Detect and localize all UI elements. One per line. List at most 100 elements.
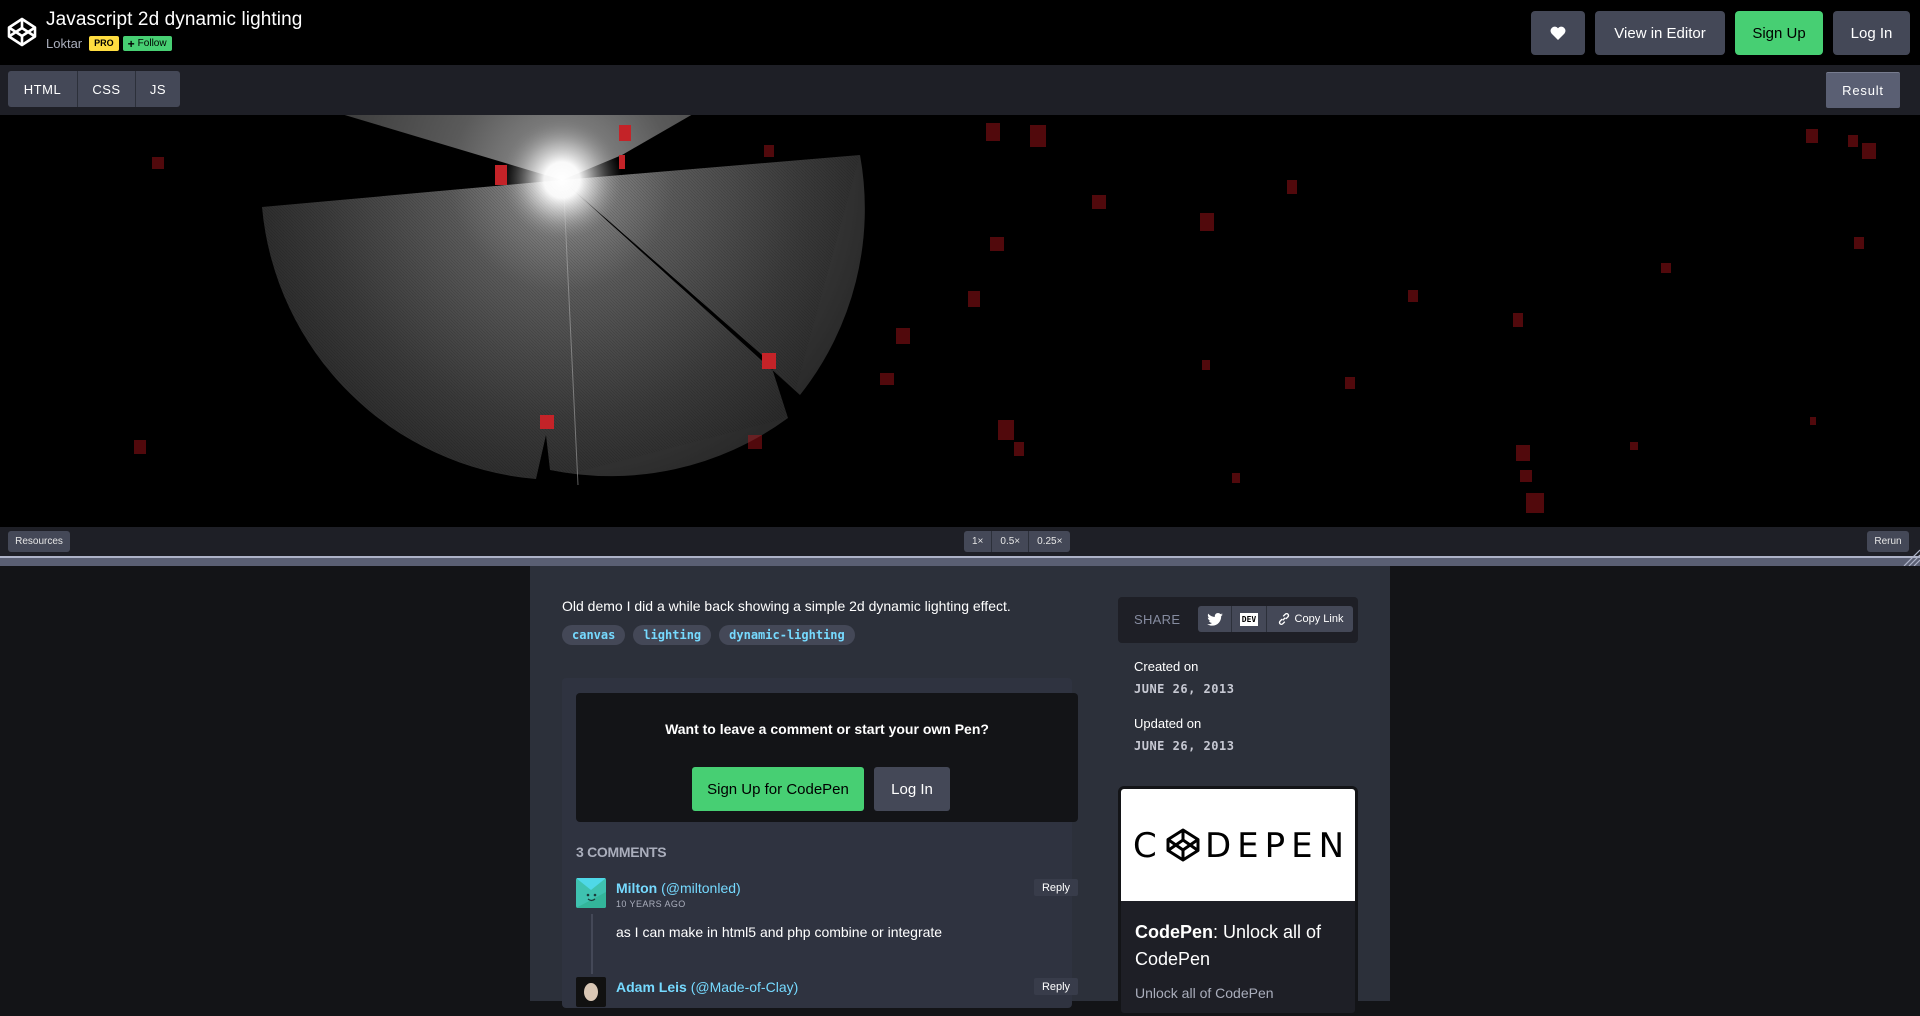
comments-count: 3 COMMENTS: [576, 844, 667, 860]
resources-button[interactable]: Resources: [8, 531, 70, 552]
avatar[interactable]: [576, 878, 606, 908]
tab-css[interactable]: CSS: [78, 71, 136, 107]
shadow-block: [986, 123, 1000, 141]
shadow-block: [990, 237, 1004, 251]
tab-result[interactable]: Result: [1826, 72, 1900, 108]
cta-log-in-button[interactable]: Log In: [874, 767, 950, 811]
zoom-1x-button[interactable]: 1×: [964, 531, 993, 552]
light-cone: [262, 115, 865, 486]
heart-button[interactable]: [1531, 11, 1585, 55]
share-twitter-button[interactable]: [1198, 606, 1232, 632]
follow-label: Follow: [137, 38, 167, 49]
tag-list: canvas lighting dynamic-lighting: [562, 625, 855, 645]
avatar[interactable]: [576, 977, 606, 1007]
avatar-face-icon: [576, 878, 606, 908]
share-label: SHARE: [1134, 612, 1181, 627]
share-dev-button[interactable]: DEV: [1232, 606, 1267, 632]
lit-block: [619, 125, 631, 141]
resize-divider[interactable]: [0, 556, 1920, 566]
shadow-block: [1200, 213, 1214, 231]
editor-tab-bar: HTML CSS JS Result: [0, 65, 1920, 115]
preview-footer: Resources 1× 0.5× 0.25× Rerun: [0, 527, 1920, 556]
avatar-photo-icon: [576, 977, 606, 1007]
zoom-half-button[interactable]: 0.5×: [992, 531, 1030, 552]
shadow-block: [134, 440, 146, 454]
comment-author-handle: (@Made-of-Clay): [690, 979, 799, 995]
shadow-block: [1202, 360, 1210, 370]
shadow-block: [1526, 493, 1544, 513]
plus-icon: +: [127, 36, 135, 51]
codepen-logo-icon[interactable]: [6, 16, 38, 48]
shadow-block: [1513, 313, 1523, 327]
created-date: JUNE 26, 2013: [1134, 682, 1235, 696]
codepen-wordmark: C DEPEN: [1121, 789, 1355, 901]
heart-icon: [1550, 26, 1566, 40]
shadow-block: [1092, 195, 1106, 209]
sign-up-button[interactable]: Sign Up: [1735, 11, 1823, 55]
shadow-block: [1661, 263, 1671, 273]
shadow-block: [1014, 442, 1024, 456]
shadow-block: [1516, 445, 1530, 461]
dev-icon: DEV: [1239, 612, 1259, 626]
log-in-button[interactable]: Log In: [1833, 11, 1910, 55]
lit-block: [619, 155, 625, 169]
shadow-block: [1345, 377, 1355, 389]
shadow-block: [748, 435, 762, 449]
byline: Loktar PRO + Follow: [46, 36, 172, 51]
tag-lighting[interactable]: lighting: [633, 625, 712, 645]
comment-cta: Want to leave a comment or start your ow…: [576, 693, 1078, 822]
comment-body: as I can make in html5 and php combine o…: [616, 924, 943, 940]
lit-block: [495, 165, 507, 185]
pen-details-area: Old demo I did a while back showing a si…: [0, 566, 1920, 1016]
svg-text:DEPEN: DEPEN: [1205, 826, 1343, 865]
tab-html[interactable]: HTML: [8, 71, 78, 107]
pro-badge: PRO: [89, 36, 119, 51]
comment-author-handle: (@miltonled): [661, 880, 741, 896]
shadow-block: [152, 157, 164, 169]
pen-title: Javascript 2d dynamic lighting: [46, 9, 303, 30]
shadow-block: [1630, 442, 1638, 450]
thread-line: [591, 914, 593, 974]
follow-button[interactable]: + Follow: [122, 36, 172, 51]
shadow-block: [1810, 417, 1816, 425]
shadow-block: [1030, 125, 1046, 147]
reply-button[interactable]: Reply: [1034, 978, 1078, 995]
resize-grip-icon[interactable]: [1902, 548, 1920, 566]
shadow-block: [1520, 470, 1532, 482]
tag-canvas[interactable]: canvas: [562, 625, 626, 645]
shadow-block: [968, 291, 980, 307]
codepen-wordmark-icon: C DEPEN: [1133, 826, 1343, 865]
zoom-quarter-button[interactable]: 0.25×: [1029, 531, 1071, 552]
link-icon: [1278, 613, 1289, 625]
shadow-block: [1848, 135, 1858, 147]
cta-title: Want to leave a comment or start your ow…: [665, 721, 989, 737]
copy-link-button[interactable]: Copy Link: [1267, 606, 1353, 632]
author-link[interactable]: Loktar: [46, 36, 82, 51]
comment-author-name: Adam Leis: [616, 979, 687, 995]
shadow-block: [1862, 143, 1876, 159]
promo-title: CodePen: Unlock all of CodePen: [1135, 919, 1345, 973]
comment-author[interactable]: Adam Leis (@Made-of-Clay): [616, 979, 798, 995]
shadow-block: [1806, 129, 1818, 143]
comment-time: 10 YEARS AGO: [616, 899, 686, 909]
codepen-promo-card[interactable]: C DEPEN CodePen: Unlock all of CodePen U…: [1118, 786, 1358, 1016]
tab-js[interactable]: JS: [136, 71, 180, 107]
shadow-block: [1232, 473, 1240, 483]
tag-dynamic-lighting[interactable]: dynamic-lighting: [719, 625, 855, 645]
view-in-editor-button[interactable]: View in Editor: [1595, 11, 1725, 55]
promo-subtitle: Unlock all of CodePen: [1135, 985, 1274, 1001]
result-preview[interactable]: [0, 115, 1920, 527]
svg-text:C: C: [1133, 826, 1163, 865]
pen-details-panel: Old demo I did a while back showing a si…: [530, 566, 1390, 1016]
created-label: Created on: [1134, 659, 1199, 674]
cta-sign-up-button[interactable]: Sign Up for CodePen: [692, 767, 864, 811]
shadow-block: [764, 145, 774, 157]
reply-button[interactable]: Reply: [1034, 879, 1078, 896]
lighting-canvas[interactable]: [0, 115, 1920, 527]
comments-section: Want to leave a comment or start your ow…: [562, 678, 1078, 1008]
zoom-controls: 1× 0.5× 0.25×: [964, 531, 1071, 552]
lit-block: [762, 353, 776, 369]
comment-author[interactable]: Milton (@miltonled): [616, 880, 741, 896]
code-tabs: HTML CSS JS: [8, 71, 180, 107]
shadow-block: [1408, 290, 1418, 302]
